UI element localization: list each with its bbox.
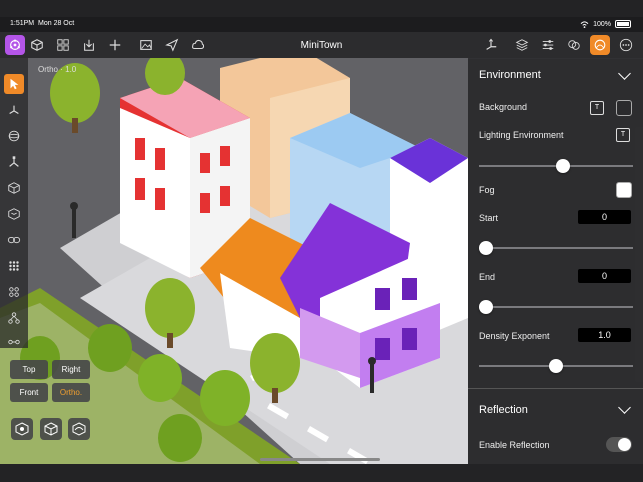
enable-reflection-toggle[interactable] (606, 437, 632, 452)
camera-top-button[interactable]: Top (10, 360, 48, 379)
wifi-icon (580, 20, 589, 28)
end-slider-track (479, 306, 633, 308)
start-label: Start (479, 213, 499, 223)
plus-icon[interactable] (105, 35, 125, 55)
reflection-header: Reflection (479, 404, 528, 416)
materials-icon[interactable] (564, 35, 584, 55)
collapse-reflection-chevron-icon[interactable] (618, 401, 631, 414)
import-icon[interactable] (79, 35, 99, 55)
image-icon[interactable] (136, 35, 156, 55)
background-color-swatch[interactable] (616, 100, 632, 116)
view-mode-label: Ortho · 1.0 (38, 65, 77, 74)
end-label: End (479, 272, 496, 282)
camera-view-grid: Top Right Front Ortho. (10, 360, 92, 404)
density-exponent-label: Density Exponent (479, 331, 550, 341)
collapse-environment-chevron-icon[interactable] (618, 67, 631, 80)
environment-header: Environment (479, 69, 541, 81)
camera-front-button[interactable]: Front (10, 383, 48, 402)
start-value-field[interactable]: 0 (578, 210, 631, 224)
dots-grid-icon[interactable] (4, 256, 24, 276)
fog-label: Fog (479, 185, 495, 195)
link-icon[interactable] (4, 230, 24, 250)
density-exponent-field[interactable]: 1.0 (578, 328, 631, 342)
scene-icon[interactable] (5, 35, 25, 55)
background-label: Background (479, 102, 528, 112)
cloud-icon[interactable] (188, 35, 208, 55)
cube-outline-icon[interactable] (4, 204, 24, 224)
lighting-environment-label: Lighting Environment (479, 130, 564, 140)
density-slider-knob[interactable] (549, 359, 563, 373)
left-toolbar (0, 58, 28, 348)
background-texture-button[interactable]: T (590, 101, 604, 115)
status-time: 1:51PM (10, 20, 35, 27)
pointer-icon[interactable] (4, 74, 24, 94)
frame-icon[interactable] (40, 418, 62, 440)
status-bar: 1:51PM Mon 28 Oct 100% (0, 17, 643, 32)
battery-percent: 100% (593, 20, 611, 28)
cube-select-icon[interactable] (4, 178, 24, 198)
chain-icon[interactable] (4, 332, 24, 352)
lighting-slider-knob[interactable] (556, 159, 570, 173)
environment-icon[interactable] (590, 35, 610, 55)
scale-icon[interactable] (4, 152, 24, 172)
status-date: Mon 28 Oct (38, 20, 75, 27)
camera-ortho-button[interactable]: Ortho. (52, 383, 90, 402)
end-value-field[interactable]: 0 (578, 269, 631, 283)
fog-color-swatch[interactable] (616, 182, 632, 198)
move-icon[interactable] (4, 100, 24, 120)
environment-panel: Environment Background T Lighting Enviro… (468, 58, 643, 464)
cube-icon[interactable] (27, 35, 47, 55)
layers-icon[interactable] (512, 35, 532, 55)
start-slider-knob[interactable] (479, 241, 493, 255)
top-toolbar: MiniTown (0, 32, 643, 59)
battery-icon (615, 20, 631, 28)
end-slider-knob[interactable] (479, 300, 493, 314)
enable-reflection-label: Enable Reflection (479, 440, 550, 450)
section-divider (468, 388, 643, 389)
orbit-icon[interactable] (68, 418, 90, 440)
nodes-icon[interactable] (4, 308, 24, 328)
app-frame: 1:51PM Mon 28 Oct 100% MiniTown Ortho · … (0, 0, 643, 482)
focus-icon[interactable] (11, 418, 33, 440)
move-gizmo-icon[interactable] (481, 35, 501, 55)
send-icon[interactable] (162, 35, 182, 55)
camera-right-button[interactable]: Right (52, 360, 90, 379)
sliders-icon[interactable] (538, 35, 558, 55)
cluster-icon[interactable] (4, 282, 24, 302)
more-icon[interactable] (616, 35, 636, 55)
rotate-icon[interactable] (4, 126, 24, 146)
start-slider-track (479, 247, 633, 249)
home-indicator (260, 458, 380, 461)
grid-icon[interactable] (53, 35, 73, 55)
lighting-texture-button[interactable]: T (616, 128, 630, 142)
